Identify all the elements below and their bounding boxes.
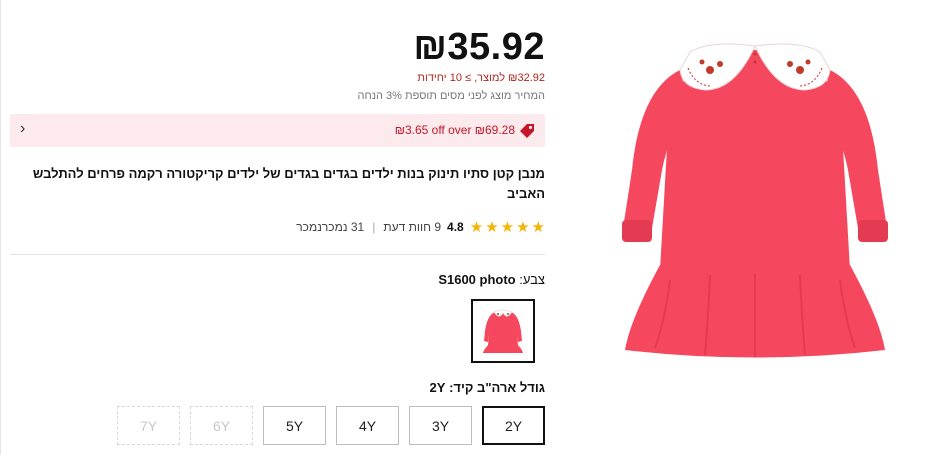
star-icon: ★ bbox=[469, 218, 484, 236]
star-icon: ★ bbox=[516, 218, 530, 236]
rating-stars: ★ ★ ★ ★ ★ bbox=[470, 220, 545, 235]
size-options: 2Y 3Y 4Y 5Y 6Y 7Y bbox=[117, 406, 545, 445]
size-option-5y[interactable]: 5Y bbox=[263, 406, 326, 445]
product-image[interactable] bbox=[610, 30, 900, 375]
review-count[interactable]: 9 חוות דעת bbox=[383, 220, 441, 234]
page-left-border bbox=[0, 0, 1, 455]
promo-banner[interactable]: ₪3.65 off over ₪69.28 ‹ bbox=[10, 114, 545, 147]
dress-illustration bbox=[622, 43, 888, 358]
separator: | bbox=[372, 220, 376, 234]
section-divider bbox=[10, 254, 545, 255]
rating-row[interactable]: ★ ★ ★ ★ ★ 4.8 9 חוות דעת | 31 נמכרנמכר bbox=[288, 218, 545, 236]
promo-text: ₪3.65 off over ₪69.28 bbox=[394, 123, 515, 137]
size-option-2y[interactable]: 2Y bbox=[482, 406, 545, 445]
size-option-6y[interactable]: 6Y bbox=[190, 406, 253, 445]
tag-icon bbox=[519, 123, 535, 139]
product-info-panel: ₪35.92 ₪32.92 למוצר, ≥ 10 יחידות המחיר מ… bbox=[10, 0, 545, 455]
bulk-unit-price: ₪32.92 למוצר, ≥ 10 יחידות bbox=[417, 72, 545, 84]
star-icon: ★ bbox=[531, 218, 545, 236]
star-icon: ★ bbox=[500, 218, 515, 236]
swatch-thumbnail bbox=[473, 301, 533, 361]
star-icon: ★ bbox=[485, 218, 499, 236]
rating-score: 4.8 bbox=[447, 220, 464, 234]
color-swatch-selected[interactable] bbox=[471, 299, 535, 363]
color-value: S1600 photo bbox=[438, 272, 516, 287]
product-title: מנבן קטן סתיו תינוק בנות ילדים בגדים בגד… bbox=[32, 166, 545, 201]
product-price: ₪35.92 bbox=[413, 26, 545, 68]
color-label: צבע: S1600 photo bbox=[438, 272, 545, 287]
size-option-3y[interactable]: 3Y bbox=[409, 406, 472, 445]
tax-note: המחיר מוצג לפני מסים תוספת 3% הנחה bbox=[357, 90, 545, 102]
size-label: גודל ארה"ב קיד: 2Y bbox=[429, 380, 545, 395]
size-option-4y[interactable]: 4Y bbox=[336, 406, 399, 445]
chevron-left-icon[interactable]: ‹ bbox=[20, 120, 25, 138]
size-option-7y[interactable]: 7Y bbox=[117, 406, 180, 445]
sold-count: 31 נמכרנמכר bbox=[296, 220, 365, 234]
color-label-prefix: צבע: bbox=[515, 272, 545, 287]
